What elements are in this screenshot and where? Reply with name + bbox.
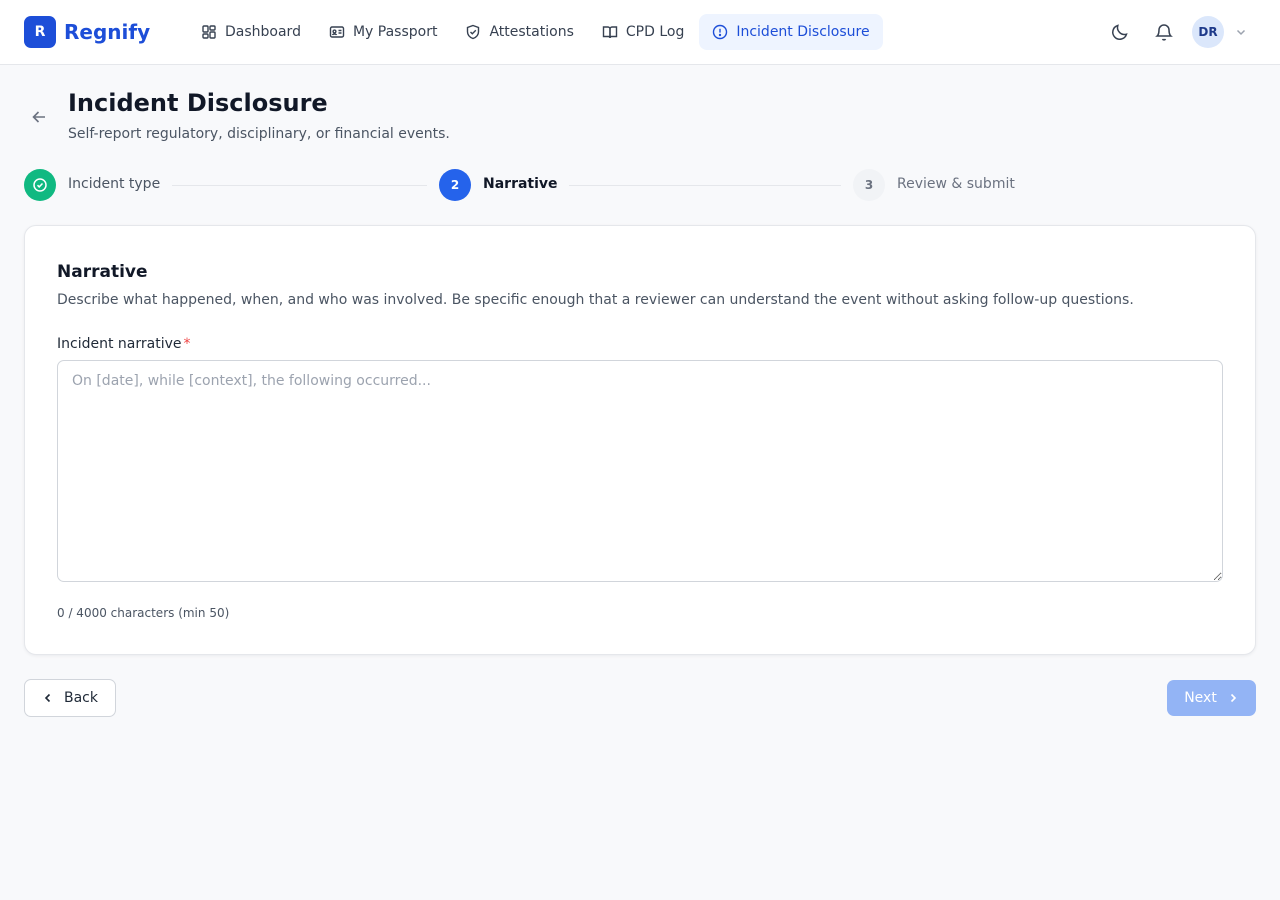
step-1-label: Incident type [68,176,161,192]
grid-icon [202,25,216,39]
step-connector [172,185,427,186]
brand-logo: R [24,16,56,48]
step-connector [569,185,841,186]
narrative-card: Narrative Describe what happened, when, … [24,225,1256,655]
required-marker: * [183,336,191,352]
avatar[interactable]: DR [1192,16,1224,48]
nav-label: Incident Disclosure [736,24,870,40]
check-circle-icon [33,178,47,192]
header-actions: DR [1104,16,1248,48]
character-counter: 0 / 4000 characters (min 50) [57,606,230,620]
main-nav: Dashboard My Passport Attestations CPD L… [188,14,885,50]
nav-item-cpd-log[interactable]: CPD Log [589,14,697,50]
nav-label: Attestations [489,24,574,40]
chevron-left-icon [44,693,51,703]
moon-icon [1112,24,1128,40]
step-2-indicator: 2 [439,169,471,201]
top-bar: R Regnify Dashboard My Passport Attestat… [0,0,1280,65]
shield-check-icon [467,24,480,40]
next-button-label: Next [1184,690,1217,706]
field-label: Incident narrative * [57,336,190,352]
incident-narrative-input[interactable] [57,360,1223,582]
nav-item-attestations[interactable]: Attestations [452,14,586,50]
back-button-label: Back [64,690,98,706]
book-open-icon [602,26,618,39]
step-3-label: Review & submit [897,176,1015,192]
bell-icon [1155,24,1173,41]
step-1-indicator[interactable] [24,169,56,201]
next-button[interactable]: Next [1167,680,1256,716]
brand-name: Regnify [64,20,151,44]
theme-toggle-button[interactable] [1104,16,1136,48]
step-3-indicator: 3 [853,169,885,201]
nav-item-my-passport[interactable]: My Passport [316,14,451,50]
chevron-right-icon [1230,693,1236,703]
nav-label: Dashboard [225,24,301,40]
back-arrow-icon[interactable] [28,106,50,128]
brand[interactable]: R Regnify [24,16,150,48]
back-button[interactable]: Back [24,679,116,717]
nav-label: My Passport [352,24,438,40]
page-title: Incident Disclosure [68,89,328,117]
page-subtitle: Self-report regulatory, disciplinary, or… [68,126,450,142]
section-title: Narrative [57,262,148,282]
nav-item-dashboard[interactable]: Dashboard [188,14,314,50]
section-description: Describe what happened, when, and who wa… [57,292,1134,308]
field-label-text: Incident narrative [57,336,182,352]
chevron-down-icon [1236,29,1246,36]
nav-label: CPD Log [625,24,685,40]
notifications-button[interactable] [1148,16,1180,48]
id-card-icon [329,26,345,38]
account-menu-toggle[interactable] [1234,25,1248,39]
nav-item-incident-disclosure[interactable]: Incident Disclosure [699,14,883,50]
step-2-label: Narrative [483,176,558,192]
alert-circle-icon [713,24,728,40]
